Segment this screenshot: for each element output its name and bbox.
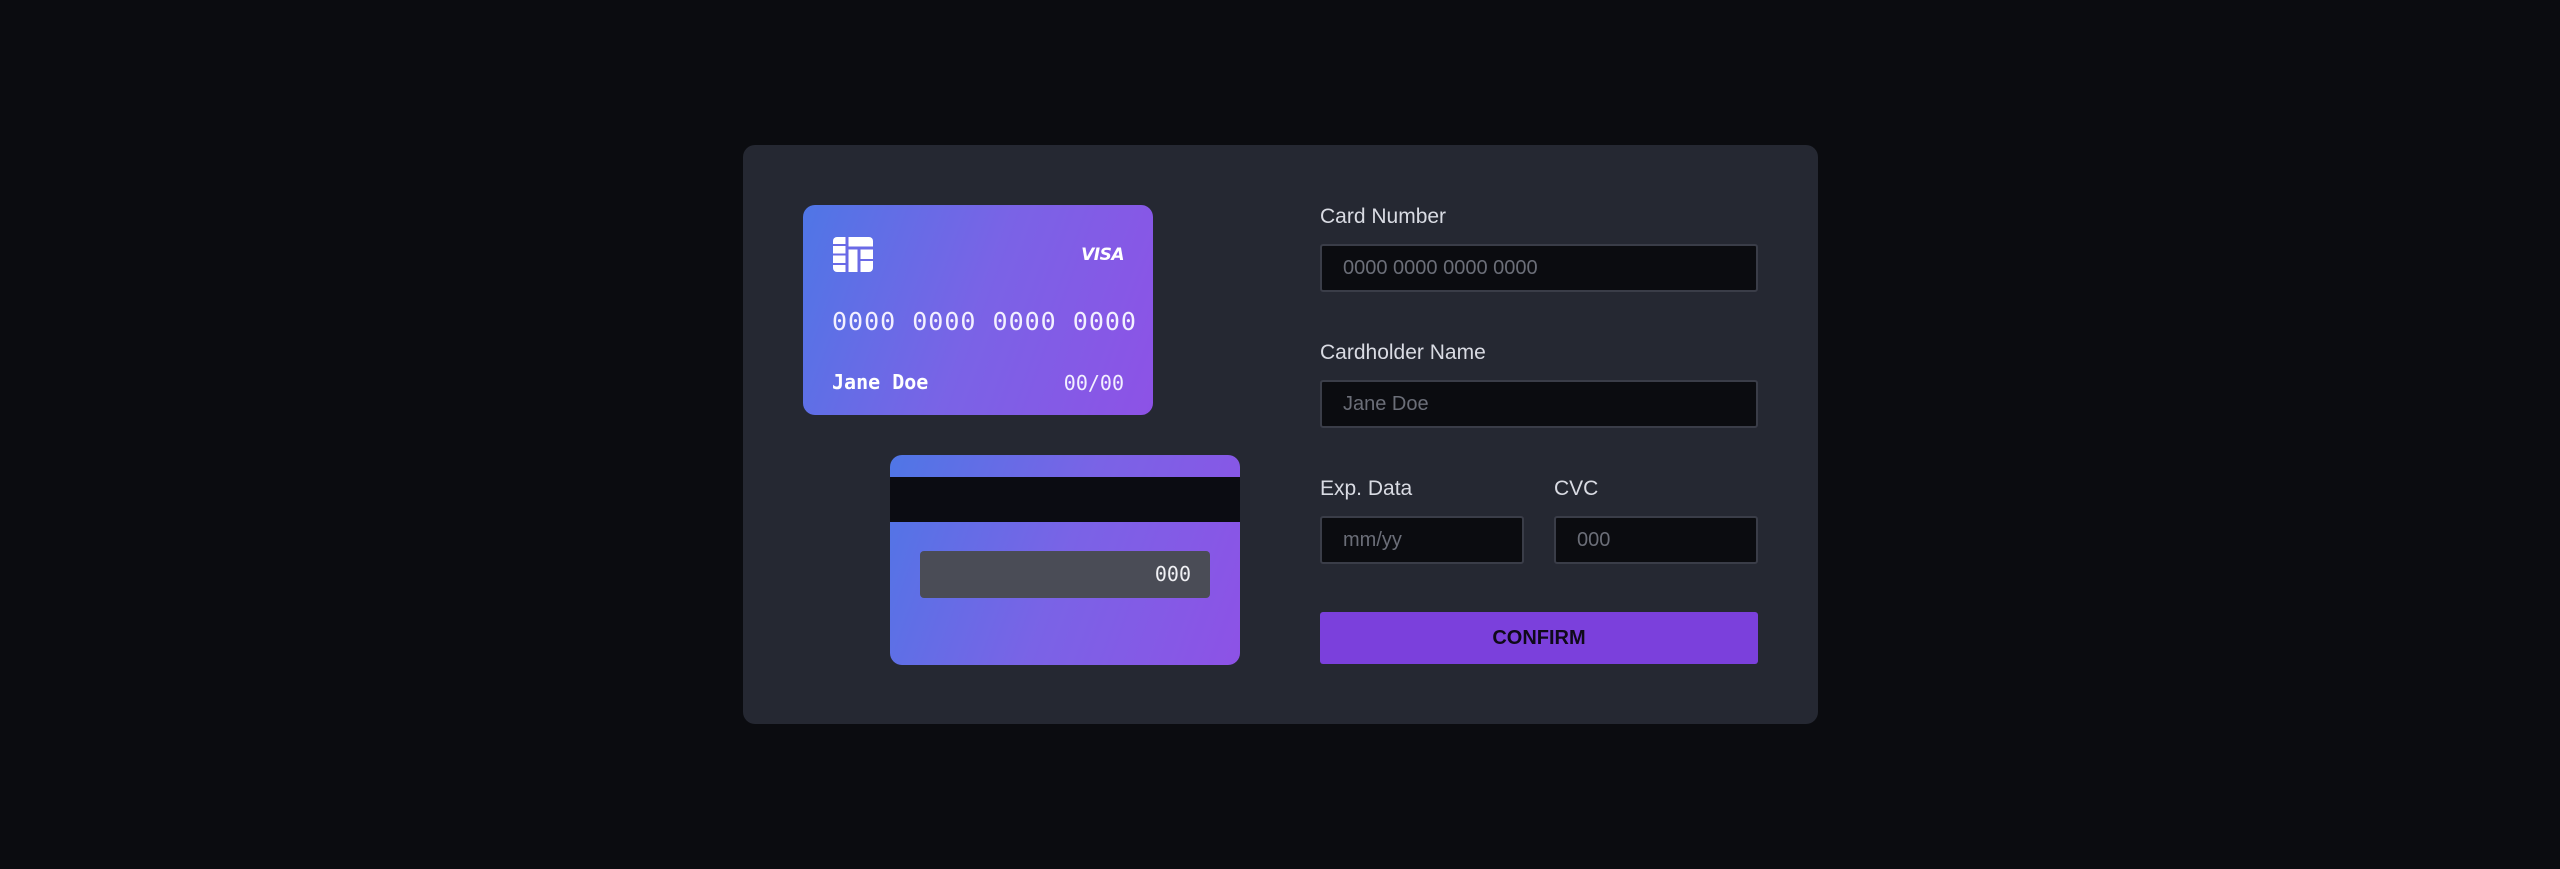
card-expiry-display: 00/00 — [1063, 371, 1124, 395]
cvc-label: CVC — [1554, 477, 1599, 500]
exp-date-input[interactable] — [1320, 516, 1524, 564]
card-number-field-group: Card Number — [1320, 205, 1758, 292]
cardholder-name-display: Jane Doe — [832, 370, 929, 394]
cvc-field-group: CVC — [1554, 477, 1758, 564]
card-front-preview: VISA 0000 0000 0000 0000 Jane Doe 00/00 — [803, 205, 1153, 415]
magnetic-stripe — [890, 477, 1240, 522]
card-chip-icon — [833, 237, 873, 272]
expiry-cvc-row: Exp. Data CVC — [1320, 477, 1758, 567]
cvc-input[interactable] — [1554, 516, 1758, 564]
card-number-label: Card Number — [1320, 205, 1447, 228]
exp-date-label: Exp. Data — [1320, 477, 1413, 500]
exp-date-field-group: Exp. Data — [1320, 477, 1524, 564]
confirm-button[interactable]: CONFIRM — [1320, 612, 1758, 664]
card-back-preview: 000 — [890, 455, 1240, 665]
card-number-input[interactable] — [1320, 244, 1758, 292]
cardholder-name-label: Cardholder Name — [1320, 341, 1486, 364]
cvc-display: 000 — [920, 551, 1210, 598]
card-number-display: 0000 0000 0000 0000 — [832, 307, 1137, 336]
cardholder-name-input[interactable] — [1320, 380, 1758, 428]
visa-logo: VISA — [1081, 245, 1124, 265]
payment-panel: VISA 0000 0000 0000 0000 Jane Doe 00/00 … — [743, 145, 1818, 724]
cardholder-name-field-group: Cardholder Name — [1320, 341, 1758, 428]
